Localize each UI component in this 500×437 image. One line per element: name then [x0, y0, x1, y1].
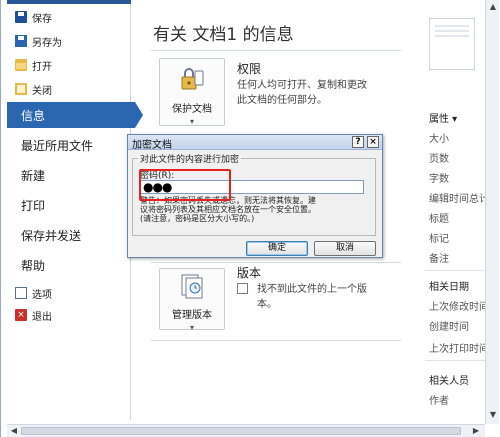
manage-versions-button[interactable]: 管理版本 ▾ [159, 268, 225, 332]
nav-exit[interactable]: × 退出 [15, 306, 52, 324]
dialog-title: 加密文档 [132, 140, 172, 151]
permissions-desc-line1: 任何人均可打开、复制和更改 [237, 80, 367, 91]
close-button[interactable]: × [367, 136, 379, 148]
versions-title: 版本 [237, 266, 262, 280]
save-icon [15, 11, 27, 23]
nav-save-as-label: 另存为 [32, 37, 62, 49]
horizontal-scroll-thumb[interactable] [21, 427, 461, 435]
nav-save-as[interactable]: 另存为 [15, 32, 62, 50]
warning-line-2: 议将密码列表及其相应文档名放在一个安全位置。 [140, 205, 316, 214]
scroll-left-icon[interactable]: ◀ [9, 426, 19, 436]
cancel-button[interactable]: 取消 [314, 241, 376, 256]
divider [151, 262, 401, 263]
prop-created: 创建时间 [429, 322, 469, 333]
ok-button[interactable]: 确定 [246, 241, 308, 256]
nav-recent-label: 最近所用文件 [21, 138, 94, 153]
divider [151, 340, 401, 341]
password-highlight-box [139, 169, 231, 201]
prop-tags: 标记 [429, 234, 449, 245]
nav-recent[interactable]: 最近所用文件 [7, 132, 131, 158]
save-as-icon [15, 35, 27, 47]
nav-help[interactable]: 帮助 [7, 252, 131, 278]
divider [151, 50, 401, 51]
backstage-window: 保存 另存为 打开 关闭 信息 最近所用文件 新建 打印 保存并发送 帮助 选项… [0, 0, 500, 437]
encrypt-group-label: 对此文件的内容进行加密 [138, 152, 242, 165]
related-dates-header: 相关日期 [429, 282, 469, 293]
vertical-scrollbar[interactable]: ▲ ▼ [485, 0, 499, 424]
related-people-header: 相关人员 [429, 376, 469, 387]
nav-close-label: 关闭 [32, 85, 52, 97]
chevron-down-icon: ▾ [189, 323, 194, 332]
scroll-right-icon[interactable]: ▶ [471, 426, 481, 436]
warning-line-3: (请注意，密码是区分大小写的。) [140, 214, 255, 223]
lock-key-icon [181, 68, 204, 90]
protect-document-button[interactable]: 保护文档 ▾ [159, 58, 225, 126]
nav-new[interactable]: 新建 [7, 162, 131, 188]
document-icon [237, 283, 248, 294]
nav-options-label: 选项 [32, 289, 52, 301]
folder-open-icon [15, 59, 27, 71]
scroll-down-icon[interactable]: ▼ [488, 410, 498, 420]
prop-title: 标题 [429, 214, 449, 225]
versions-icon [181, 274, 203, 299]
folder-close-icon [15, 83, 27, 95]
versions-desc-line1: 找不到此文件的上一个版 [257, 284, 367, 295]
nav-save-send[interactable]: 保存并发送 [7, 222, 131, 248]
prop-edit-time: 编辑时间总计 [429, 194, 485, 205]
nav-exit-label: 退出 [32, 311, 52, 323]
nav-new-label: 新建 [21, 168, 46, 183]
nav-top-bar [7, 0, 131, 4]
prop-words: 字数 [429, 174, 449, 185]
versions-desc-line2: 本。 [257, 299, 277, 310]
nav-options[interactable]: 选项 [15, 284, 52, 302]
scroll-up-icon[interactable]: ▲ [488, 2, 498, 12]
nav-save-label: 保存 [32, 13, 52, 25]
prop-pages: 页数 [429, 154, 449, 165]
nav-help-label: 帮助 [21, 258, 46, 273]
nav-print-label: 打印 [21, 198, 46, 213]
horizontal-scrollbar[interactable]: ◀ ▶ [7, 424, 485, 437]
options-icon [15, 287, 27, 299]
nav-save[interactable]: 保存 [15, 8, 52, 26]
properties-panel: 属性 ▾ 大小 页数 字数 编辑时间总计 标题 标记 备注 相关日期 上次修改时… [419, 0, 489, 420]
prop-comments: 备注 [429, 254, 449, 265]
backstage-nav: 保存 另存为 打开 关闭 信息 最近所用文件 新建 打印 保存并发送 帮助 选项… [7, 0, 143, 420]
divider [425, 360, 485, 361]
permissions-title: 权限 [237, 62, 262, 76]
document-thumbnail [429, 18, 475, 70]
manage-versions-label: 管理版本 [172, 310, 212, 321]
chevron-down-icon: ▾ [189, 117, 194, 126]
exit-icon: × [15, 309, 27, 321]
nav-save-send-label: 保存并发送 [21, 228, 82, 243]
nav-info-label: 信息 [21, 108, 46, 123]
nav-info[interactable]: 信息 [7, 102, 143, 128]
permissions-desc-line2: 此文档的任何部分。 [237, 95, 327, 106]
properties-header[interactable]: 属性 ▾ [429, 110, 457, 125]
nav-open-label: 打开 [32, 61, 52, 73]
dialog-titlebar: 加密文档 ? × [128, 135, 382, 151]
protect-document-label: 保护文档 [172, 104, 212, 115]
nav-close[interactable]: 关闭 [15, 80, 52, 98]
page-title: 有关 文档1 的信息 [153, 25, 294, 45]
prop-size: 大小 [429, 134, 449, 145]
help-button[interactable]: ? [352, 136, 364, 148]
prop-author: 作者 [429, 396, 449, 407]
prop-last-printed: 上次打印时间 [429, 344, 489, 355]
nav-print[interactable]: 打印 [7, 192, 131, 218]
prop-last-modified: 上次修改时间 [429, 302, 489, 313]
divider [425, 270, 485, 271]
nav-open[interactable]: 打开 [15, 56, 52, 74]
